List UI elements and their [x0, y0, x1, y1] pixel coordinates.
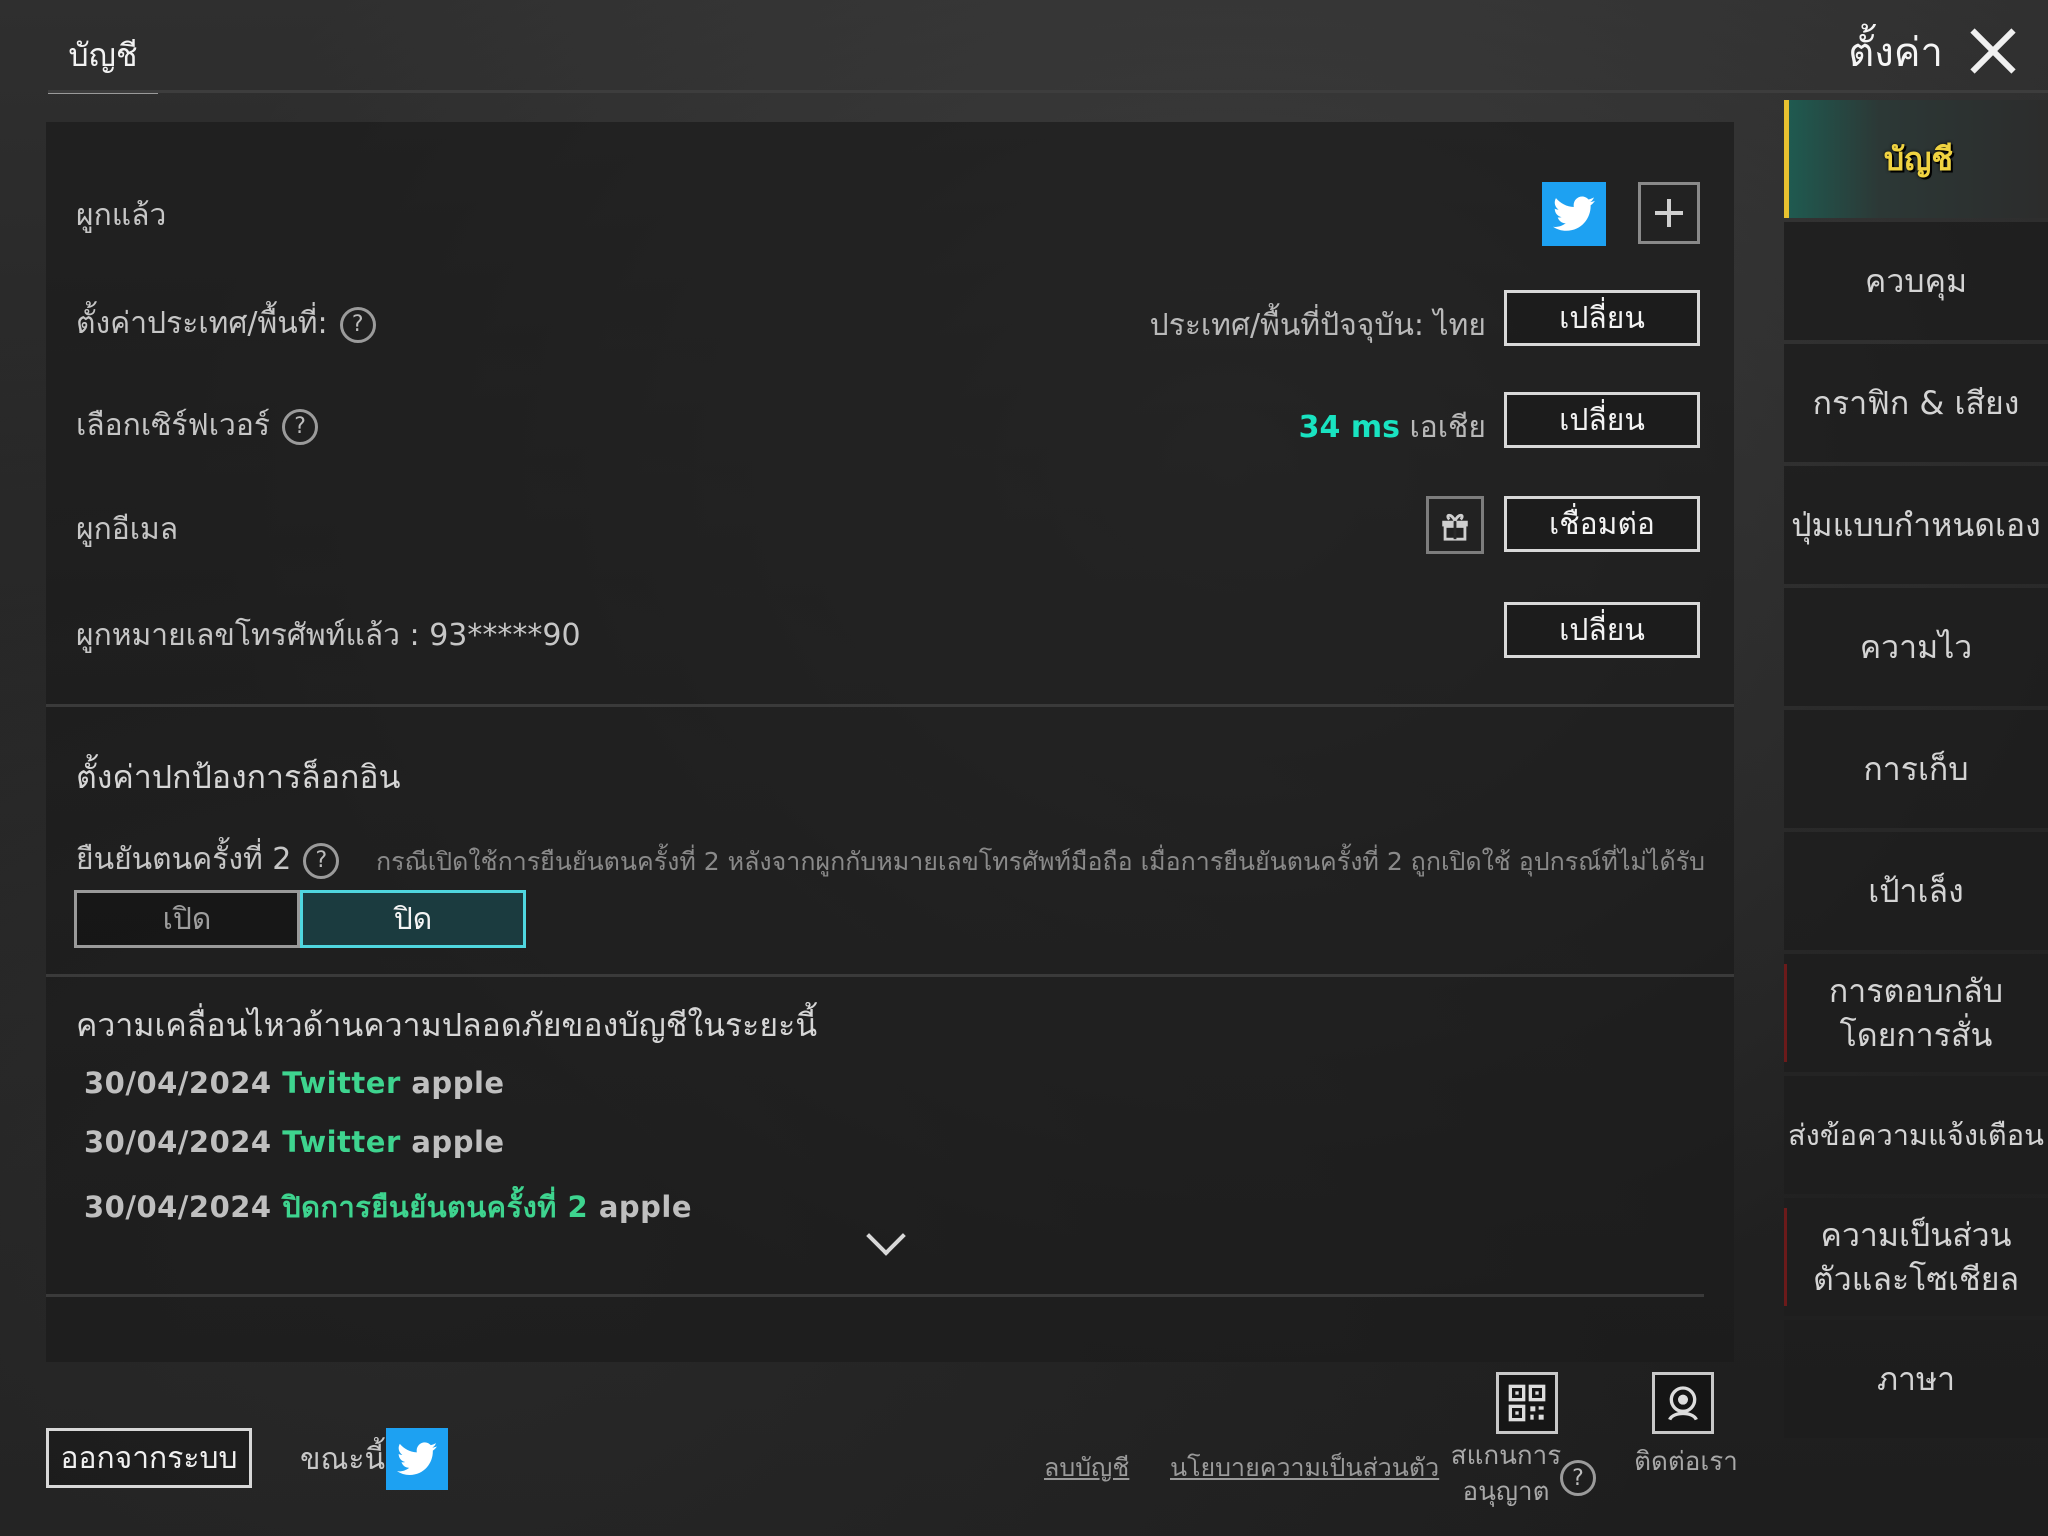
- sidebar-item-crosshair[interactable]: เป้าเล็ง: [1784, 832, 2048, 950]
- sidebar-item-pickup[interactable]: การเก็บ: [1784, 710, 2048, 828]
- two-step-label-row: ยืนยันตนครั้งที่ 2?: [76, 836, 340, 883]
- sidebar-item-vibration[interactable]: การตอบกลับโดยการสั่น: [1784, 954, 2048, 1072]
- scan-license-label[interactable]: สแกนการอนุญาต: [1446, 1438, 1566, 1510]
- region-label: ตั้งค่าประเทศ/พื้นที่:: [76, 306, 328, 341]
- delete-account-link[interactable]: ลบบัญชี: [1044, 1448, 1129, 1488]
- sidebar-item-label: ความเป็นส่วนตัวและโซเชียล: [1812, 1216, 2020, 1298]
- toggle-on-option[interactable]: เปิด: [74, 890, 300, 948]
- change-phone-button[interactable]: เปลี่ยน: [1504, 602, 1700, 658]
- activity-row: 30/04/2024 ปิดการยืนยันตนครั้งที่ 2 appl…: [84, 1184, 692, 1230]
- server-ping: 34 ms: [1298, 410, 1400, 445]
- two-step-toggle: เปิด ปิด: [74, 890, 526, 948]
- divider: [46, 1294, 1704, 1297]
- activity-account: apple: [411, 1066, 505, 1100]
- sidebar-item-language[interactable]: ภาษา: [1784, 1320, 2048, 1438]
- sidebar-item-notifications[interactable]: ส่งข้อความแจ้งเตือน: [1784, 1076, 2048, 1194]
- header-tab-account[interactable]: บัญชี: [48, 20, 158, 94]
- page-title: ตั้งค่า: [1848, 30, 1943, 76]
- sidebar-item-label: ปุ่มแบบกำหนดเอง: [1791, 506, 2041, 544]
- help-icon[interactable]: ?: [282, 408, 319, 445]
- close-icon[interactable]: [1964, 22, 2020, 78]
- sidebar-item-custom-buttons[interactable]: ปุ่มแบบกำหนดเอง: [1784, 466, 2048, 584]
- activity-date: 30/04/2024: [84, 1066, 272, 1100]
- phone-label: ผูกหมายเลขโทรศัพท์แล้ว : 93*****90: [76, 618, 581, 653]
- activity-date: 30/04/2024: [84, 1190, 272, 1224]
- red-marker: [1784, 1208, 1787, 1306]
- chevron-down-icon[interactable]: [866, 1216, 906, 1256]
- sidebar-item-account[interactable]: บัญชี: [1784, 100, 2048, 218]
- current-login-label: ขณะนี้: [300, 1442, 385, 1477]
- red-marker: [1784, 964, 1787, 1062]
- sidebar-item-label: กราฟิก & เสียง: [1812, 384, 2020, 422]
- connect-email-button[interactable]: เชื่อมต่อ: [1504, 496, 1700, 552]
- bound-label: ผูกแล้ว: [76, 198, 167, 233]
- activity-source: ปิดการยืนยันตนครั้งที่ 2: [282, 1190, 589, 1224]
- help-icon[interactable]: ?: [1560, 1460, 1596, 1496]
- email-label: ผูกอีเมล: [76, 512, 179, 547]
- two-step-label: ยืนยันตนครั้งที่ 2: [76, 842, 292, 877]
- gift-icon[interactable]: [1426, 496, 1484, 554]
- sidebar-item-controls[interactable]: ควบคุม: [1784, 222, 2048, 340]
- change-server-button[interactable]: เปลี่ยน: [1504, 392, 1700, 448]
- activity-account: apple: [598, 1190, 693, 1224]
- twitter-icon: [386, 1428, 448, 1490]
- contact-us-label[interactable]: ติดต่อเรา: [1626, 1444, 1746, 1480]
- current-region-text: ประเทศ/พื้นที่ปัจจุบัน: ไทย: [1149, 308, 1486, 343]
- divider: [46, 704, 1734, 707]
- divider: [46, 974, 1734, 977]
- toggle-off-option[interactable]: ปิด: [300, 890, 526, 948]
- activity-date: 30/04/2024: [84, 1125, 272, 1159]
- sidebar-item-label: บัญชี: [1883, 140, 1954, 178]
- help-icon[interactable]: ?: [339, 306, 376, 343]
- sidebar-item-label: ส่งข้อความแจ้งเตือน: [1787, 1118, 2044, 1152]
- settings-sidebar: บัญชี ควบคุม กราฟิก & เสียง ปุ่มแบบกำหนด…: [1784, 100, 2048, 1442]
- sidebar-item-label: ควบคุม: [1864, 262, 1968, 300]
- activity-source: Twitter: [282, 1125, 401, 1159]
- contact-support-icon[interactable]: [1652, 1372, 1714, 1434]
- server-region: เอเชีย: [1409, 410, 1486, 445]
- activity-source: Twitter: [282, 1066, 401, 1100]
- activity-row: 30/04/2024 Twitter apple: [84, 1066, 505, 1100]
- server-status: 34 ms เอเชีย: [1299, 404, 1486, 451]
- help-icon[interactable]: ?: [303, 842, 340, 879]
- activity-row: 30/04/2024 Twitter apple: [84, 1125, 505, 1159]
- sidebar-item-label: การเก็บ: [1863, 750, 1969, 788]
- sidebar-item-label: ความไว: [1859, 628, 1973, 666]
- sidebar-item-label: การตอบกลับโดยการสั่น: [1828, 972, 2004, 1054]
- sidebar-item-sensitivity[interactable]: ความไว: [1784, 588, 2048, 706]
- sidebar-item-graphics-audio[interactable]: กราฟิก & เสียง: [1784, 344, 2048, 462]
- sidebar-item-label: เป้าเล็ง: [1868, 872, 1964, 910]
- privacy-policy-link[interactable]: นโยบายความเป็นส่วนตัว: [1170, 1448, 1439, 1488]
- region-label-row: ตั้งค่าประเทศ/พื้นที่:?: [76, 300, 376, 347]
- sidebar-item-label: ภาษา: [1876, 1360, 1956, 1398]
- activity-account: apple: [411, 1125, 505, 1159]
- logout-button[interactable]: ออกจากระบบ: [46, 1428, 252, 1488]
- change-region-button[interactable]: เปลี่ยน: [1504, 290, 1700, 346]
- sidebar-item-privacy-social[interactable]: ความเป็นส่วนตัวและโซเชียล: [1784, 1198, 2048, 1316]
- twitter-icon[interactable]: [1542, 182, 1606, 246]
- header-divider: [48, 90, 2048, 93]
- security-activity-title: ความเคลื่อนไหวด้านความปลอดภัยของบัญชีในร…: [76, 1006, 818, 1044]
- add-binding-button[interactable]: [1638, 182, 1700, 244]
- login-protection-title: ตั้งค่าปกป้องการล็อกอิน: [76, 758, 401, 796]
- account-settings-panel: ผูกแล้ว ตั้งค่าประเทศ/พื้นที่:? ประเทศ/พ…: [46, 122, 1734, 1362]
- two-step-description: กรณีเปิดใช้การยืนยันตนครั้งที่ 2 หลังจาก…: [376, 847, 1704, 876]
- qr-scan-icon[interactable]: [1496, 1372, 1558, 1434]
- server-label: เลือกเซิร์ฟเวอร์: [76, 408, 271, 443]
- server-label-row: เลือกเซิร์ฟเวอร์?: [76, 402, 319, 449]
